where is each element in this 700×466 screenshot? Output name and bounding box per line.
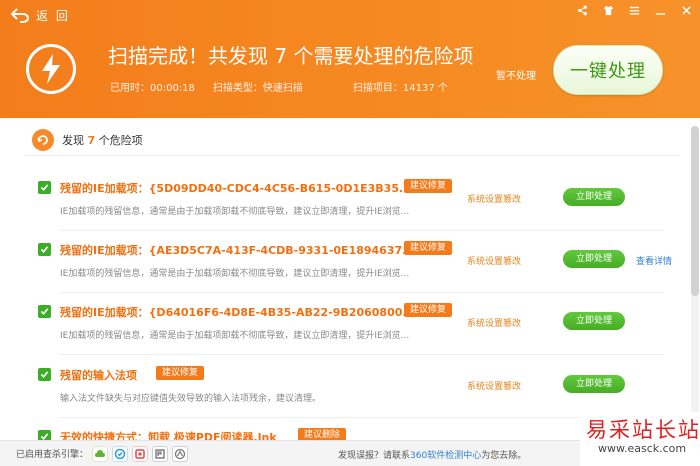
risk-item-type: 系统设置篡改 [467,382,522,392]
recommend-badge: 建议修复 [404,241,453,255]
recommend-badge: 建议删除 [298,428,347,440]
elapsed-time: 已用时：00:00:18 [110,83,195,94]
summary-prefix: 发现 [62,133,88,147]
software-center-link[interactable]: 360软件检测中心 [410,451,481,461]
scan-result-title: 扫描完成！共发现 7 个需要处理的危险项 [108,44,474,68]
risk-item-title: 残留的IE加载项：{AE3D5C7A-413F-4CDB-9331-0E1894… [60,244,415,257]
lightning-icon [26,44,76,94]
scan-item-count: 扫描项目：14137 个 [352,83,448,94]
risk-item-description: 输入法文件缺失与对应键值失效导致的输入法项残余，建议清理。 [60,394,322,404]
recommend-badge: 建议修复 [404,303,453,317]
check-icon [40,371,49,378]
scrollbar[interactable] [691,126,699,436]
system-repair-engine-icon[interactable] [132,445,149,462]
avira-engine-icon[interactable] [172,445,189,462]
back-label: 返 回 [36,8,70,23]
risk-item-type: 系统设置篡改 [467,257,522,267]
watermark-title: 易采站长站 [586,418,700,442]
skin-icon[interactable] [602,4,614,16]
risk-item-title: 无效的快捷方式：卸载 极速PDF阅读器.lnk [60,431,277,440]
risk-item-type: 系统设置篡改 [467,195,522,205]
close-icon[interactable] [680,4,692,16]
skip-link[interactable]: 暂不处理 [496,67,536,82]
bitdefender-engine-icon[interactable] [152,445,169,462]
cloud-engine-icon[interactable] [92,445,109,462]
risk-item-title: 残留的输入法项 [60,369,137,382]
window-controls [576,4,692,16]
false-positive-report: 发现误报？请联系360软件检测中心为您去除。 [338,448,526,461]
fix-now-button[interactable]: 立即处理 [563,312,625,330]
risk-list-panel: 发现 7 个危险项 残留的IE加载项：{5D09DD40-CDC4-4C56-B… [0,118,700,440]
risk-item-title: 残留的IE加载项：{5D09DD40-CDC4-4C56-B615-0D1E3B… [60,182,412,195]
fix-now-button[interactable]: 立即处理 [563,250,625,268]
view-details-link[interactable]: 查看详情 [636,254,672,267]
engines-label: 已启用查杀引擎： [16,450,89,460]
minimize-icon[interactable] [654,4,666,16]
scan-meta: 已用时：00:00:18 扫描类型：快速扫描 扫描项目：14137 个 [110,79,448,94]
recommend-badge: 建议修复 [156,366,205,380]
risk-item: 残留的IE加载项：{D64016F6-4D8E-4B35-AB22-9B2060… [0,298,690,360]
scan-result-header: 返 回 扫描完成！共发现 7 个需要处理的危险项 已用时：00:00:18 扫描… [0,0,700,118]
watermark-url: www.easck.com [598,442,687,455]
risk-item-type: 系统设置篡改 [467,319,522,329]
back-arrow-icon [10,8,29,23]
risk-count: 7 [87,133,96,147]
summary-suffix: 个危险项 [95,133,143,147]
fix-now-button[interactable]: 立即处理 [563,375,625,393]
scan-type: 扫描类型：快速扫描 [212,83,303,94]
item-divider [60,292,664,293]
report-prefix: 发现误报？请联系 [338,451,411,461]
item-checkbox[interactable] [38,181,51,194]
risk-item: 残留的IE加载项：{5D09DD40-CDC4-4C56-B615-0D1E3B… [0,174,690,236]
item-divider [60,230,664,231]
risk-item-title: 残留的IE加载项：{D64016F6-4D8E-4B35-AB22-9B2060… [60,306,415,319]
risk-summary: 发现 7 个危险项 [24,128,679,156]
share-icon[interactable] [576,4,588,16]
risk-item: 残留的IE加载项：{AE3D5C7A-413F-4CDB-9331-0E1894… [0,236,690,298]
risk-item-description: IE加载项的残留信息，通常是由于加载项卸载不彻底导致，建议立即清理，提升IE浏览… [60,269,410,279]
fix-all-button[interactable]: 一键处理 [553,45,663,95]
warning-arrow-icon [32,128,54,151]
check-icon [40,184,49,191]
qvm-engine-icon[interactable] [112,445,129,462]
check-icon [40,433,49,440]
risk-item-description: IE加载项的残留信息，通常是由于加载项卸载不彻底导致，建议立即清理，提升IE浏览… [60,207,410,217]
site-watermark: 易采站长站 www.easck.com [580,412,700,466]
item-divider [60,354,664,355]
risk-item-description: IE加载项的残留信息，通常是由于加载项卸载不彻底导致，建议立即清理，提升IE浏览… [60,331,410,341]
item-checkbox[interactable] [38,243,51,256]
risk-summary-text: 发现 7 个危险项 [62,132,143,148]
recommend-badge: 建议修复 [404,179,453,193]
item-divider [60,417,664,418]
back-button[interactable]: 返 回 [10,6,70,24]
scrollbar-thumb[interactable] [691,126,699,296]
report-suffix: 为您去除。 [481,451,527,461]
item-checkbox[interactable] [38,430,51,440]
item-checkbox[interactable] [38,305,51,318]
item-checkbox[interactable] [38,368,51,381]
check-icon [40,308,49,315]
menu-icon[interactable] [628,4,640,16]
fix-now-button[interactable]: 立即处理 [563,188,625,206]
check-icon [40,246,49,253]
